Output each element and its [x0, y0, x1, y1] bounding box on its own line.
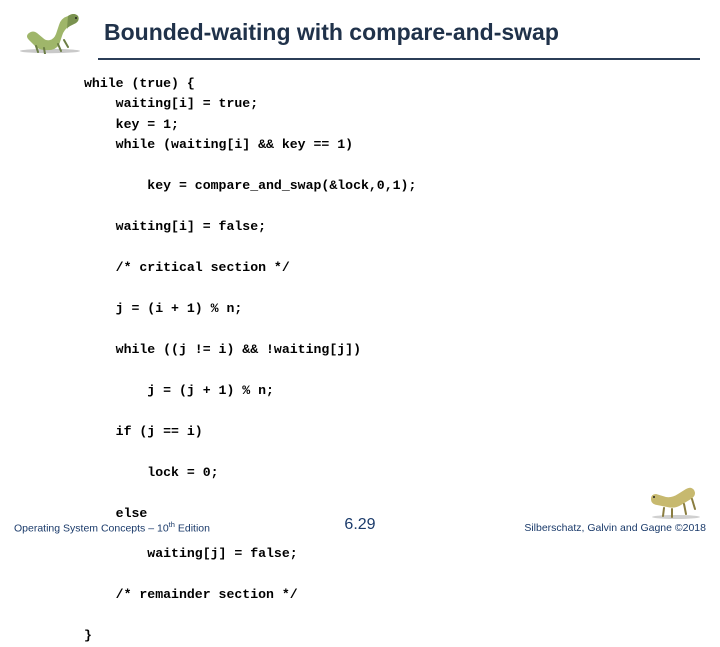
footer-left: Operating System Concepts – 10th Edition — [14, 520, 210, 535]
footer-book-prefix: Operating System Concepts – 10 — [14, 522, 169, 534]
dinosaur-icon — [14, 10, 90, 54]
footer-copyright: Silberschatz, Galvin and Gagne ©2018 — [524, 522, 706, 534]
slide-header: Bounded-waiting with compare-and-swap — [0, 0, 720, 54]
code-block: while (true) { waiting[i] = true; key = … — [0, 60, 720, 647]
dinosaur-icon-small — [646, 484, 706, 520]
footer-book-suffix: Edition — [175, 522, 210, 534]
slide-title: Bounded-waiting with compare-and-swap — [104, 19, 559, 46]
footer-right: Silberschatz, Galvin and Gagne ©2018 — [524, 484, 706, 534]
footer-page-number: 6.29 — [344, 516, 375, 534]
